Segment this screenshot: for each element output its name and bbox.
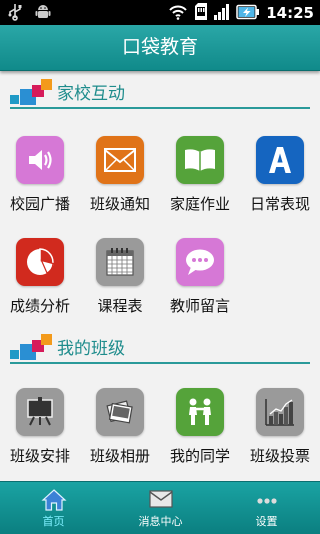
section-divider	[10, 107, 310, 109]
status-bar: 14:25	[0, 0, 320, 25]
tile-label: 班级相册	[89, 447, 150, 465]
section-divider	[10, 362, 310, 364]
nav-message-center[interactable]: 消息中心	[107, 482, 214, 534]
android-icon	[34, 3, 52, 25]
book-icon	[176, 136, 224, 184]
tile-label: 校园广播	[9, 195, 70, 213]
calendar-icon	[96, 238, 144, 286]
tile-label: 教师留言	[169, 297, 230, 315]
tile-label: 班级安排	[9, 447, 70, 465]
sd-card-icon	[194, 3, 208, 24]
home-icon	[40, 488, 67, 516]
nav-label: 消息中心	[138, 515, 183, 528]
battery-charging-icon	[236, 4, 260, 24]
tile-daily-performance[interactable]: 日常表现	[240, 136, 320, 228]
tile-teacher-message[interactable]: 教师留言	[160, 238, 240, 330]
tile-label: 班级投票	[249, 447, 310, 465]
wifi-icon	[168, 4, 188, 24]
nav-label: 设置	[255, 515, 278, 528]
tile-label: 课程表	[97, 297, 143, 315]
nav-home[interactable]: 首页	[0, 482, 107, 534]
tile-my-classmates[interactable]: 我的同学	[160, 388, 240, 480]
photos-icon	[96, 388, 144, 436]
pie-chart-icon	[16, 238, 64, 286]
speech-bubble-icon	[176, 238, 224, 286]
letter-a-icon	[256, 136, 304, 184]
tile-label: 家庭作业	[169, 195, 230, 213]
more-icon	[254, 488, 280, 514]
message-icon	[148, 488, 174, 514]
envelope-icon	[96, 136, 144, 184]
speaker-icon	[16, 136, 64, 184]
classmates-icon	[176, 388, 224, 436]
section-header-home-school: 家校互动	[10, 79, 310, 111]
easel-icon	[16, 388, 64, 436]
tile-class-vote[interactable]: 班级投票	[240, 388, 320, 480]
tile-label: 我的同学	[169, 447, 230, 465]
tile-label: 日常表现	[249, 195, 310, 213]
tile-label: 班级通知	[89, 195, 150, 213]
tile-timetable[interactable]: 课程表	[80, 238, 160, 330]
tile-class-album[interactable]: 班级相册	[80, 388, 160, 480]
bar-chart-icon	[256, 388, 304, 436]
nav-label: 首页	[42, 515, 65, 528]
section-title: 我的班级	[57, 339, 125, 359]
tile-class-notice[interactable]: 班级通知	[80, 136, 160, 228]
usb-icon	[6, 3, 24, 25]
page-title: 口袋教育	[121, 36, 198, 58]
signal-icon	[214, 3, 230, 24]
tile-grade-analysis[interactable]: 成绩分析	[0, 238, 80, 330]
tile-homework[interactable]: 家庭作业	[160, 136, 240, 228]
bottom-nav: 首页 消息中心 设置	[0, 481, 320, 534]
nav-settings[interactable]: 设置	[213, 482, 320, 534]
title-bar: 口袋教育	[0, 25, 320, 71]
tile-class-schedule[interactable]: 班级安排	[0, 388, 80, 480]
section-title: 家校互动	[57, 84, 125, 104]
tile-label: 成绩分析	[9, 297, 70, 315]
section-header-my-class: 我的班级	[10, 334, 310, 366]
tile-campus-broadcast[interactable]: 校园广播	[0, 136, 80, 228]
clock: 14:25	[266, 4, 314, 22]
